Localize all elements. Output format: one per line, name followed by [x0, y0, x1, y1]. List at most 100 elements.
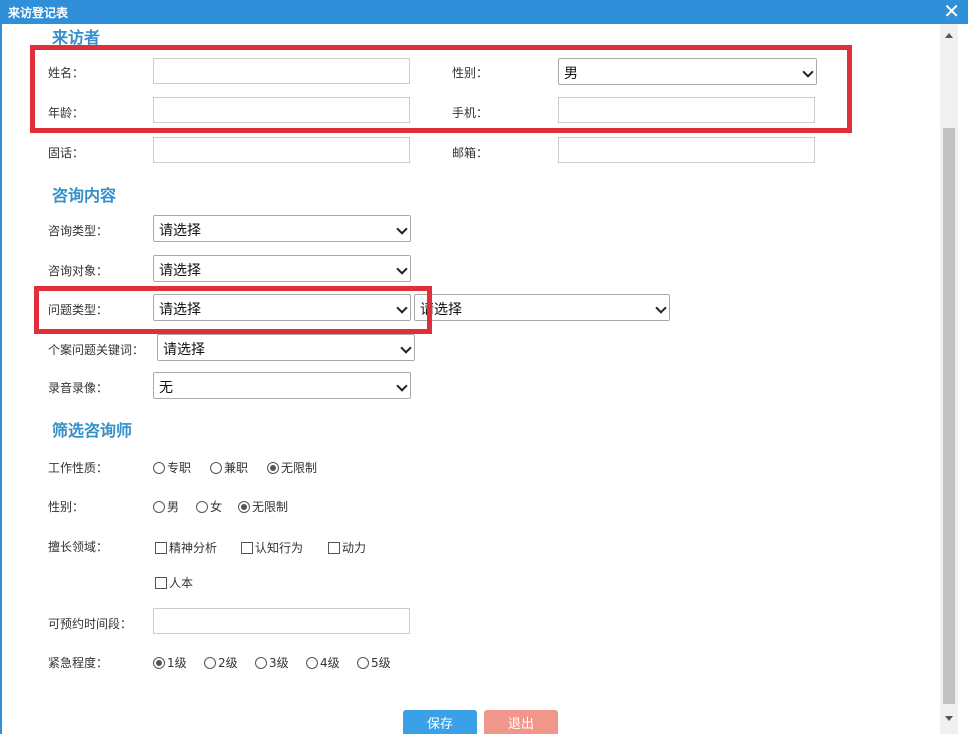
radio-label: 1级: [167, 656, 187, 670]
chevron-down-icon: [396, 380, 408, 392]
radio-icon: [255, 656, 267, 669]
urgency-radio-3[interactable]: 3级: [255, 654, 289, 671]
checkbox-icon: [328, 541, 340, 554]
dialog-window: 来访登记表 ✕ 来访者 姓名： 性别： 男 年龄： 手机： 固话： 邮箱： 咨询…: [0, 0, 968, 734]
gender-radio-unlimited[interactable]: 无限制: [238, 498, 288, 515]
urgency-radio-2[interactable]: 2级: [204, 654, 238, 671]
radio-icon: [357, 656, 369, 669]
work-radio-fulltime[interactable]: 专职: [153, 459, 191, 476]
radio-label: 2级: [218, 656, 238, 670]
radio-checked-icon: [267, 461, 279, 474]
radio-label: 专职: [167, 461, 192, 475]
field-label: 擅长领域：: [48, 540, 109, 554]
vertical-scrollbar[interactable]: [940, 24, 958, 734]
record-select[interactable]: 无: [153, 372, 411, 399]
radio-checked-icon: [238, 500, 250, 513]
checkbox-label: 人本: [169, 576, 194, 590]
scroll-down-icon[interactable]: [945, 716, 953, 721]
field-checkbox-dynamic[interactable]: 动力: [328, 539, 366, 556]
dialog-title: 来访登记表: [8, 6, 69, 20]
consult-object-label: 咨询对象：: [48, 264, 109, 278]
urgency-radio-5[interactable]: 5级: [357, 654, 391, 671]
keyword-select[interactable]: 请选择: [157, 334, 415, 361]
chevron-down-icon: [396, 223, 408, 235]
urgency-radio-1[interactable]: 1级: [153, 654, 187, 671]
chevron-down-icon: [802, 66, 814, 78]
radio-label: 无限制: [252, 500, 289, 514]
consult-type-label: 咨询类型：: [48, 224, 109, 238]
age-input[interactable]: [153, 97, 410, 123]
urgency-label: 紧急程度：: [48, 656, 109, 670]
name-input[interactable]: [153, 58, 410, 84]
record-value: 无: [159, 380, 173, 396]
email-input[interactable]: [558, 137, 815, 163]
checkbox-label: 精神分析: [169, 541, 218, 555]
radio-icon: [153, 461, 165, 474]
issue-type-label: 问题类型：: [48, 303, 109, 317]
record-label: 录音录像：: [48, 381, 109, 395]
radio-icon: [196, 500, 208, 513]
radio-label: 3级: [269, 656, 289, 670]
save-button[interactable]: 保存: [403, 710, 477, 734]
checkbox-label: 动力: [342, 541, 367, 555]
gender-radio-female[interactable]: 女: [196, 498, 222, 515]
issue-subtype-value: 请选择: [420, 302, 462, 318]
email-label: 邮箱：: [452, 146, 489, 160]
issue-type-select[interactable]: 请选择: [153, 294, 411, 321]
chevron-down-icon: [400, 342, 412, 354]
time-input[interactable]: [153, 608, 410, 634]
time-label: 可预约时间段：: [48, 617, 133, 631]
keyword-value: 请选择: [163, 342, 205, 358]
chevron-down-icon: [396, 302, 408, 314]
form-content: 来访者 姓名： 性别： 男 年龄： 手机： 固话： 邮箱： 咨询内容 咨询类型：…: [4, 24, 940, 734]
gender-label: 性别：: [452, 66, 489, 80]
gender-radio-male[interactable]: 男: [153, 498, 179, 515]
phone-input[interactable]: [153, 137, 410, 163]
radio-label: 无限制: [281, 461, 318, 475]
work-radio-parttime[interactable]: 兼职: [210, 459, 248, 476]
radio-label: 女: [210, 500, 223, 514]
field-checkbox-humanistic[interactable]: 人本: [155, 574, 193, 591]
work-type-label: 工作性质：: [48, 461, 109, 475]
scroll-thumb[interactable]: [943, 128, 955, 704]
radio-label: 男: [167, 500, 180, 514]
field-checkbox-psychoanalysis[interactable]: 精神分析: [155, 539, 217, 556]
radio-icon: [210, 461, 222, 474]
consult-object-select[interactable]: 请选择: [153, 255, 411, 282]
age-label: 年龄：: [48, 106, 85, 120]
chevron-down-icon: [655, 302, 667, 314]
checkbox-icon: [155, 541, 167, 554]
checkbox-label: 认知行为: [255, 541, 304, 555]
phone-label: 固话：: [48, 146, 85, 160]
chevron-down-icon: [396, 263, 408, 275]
close-icon[interactable]: ✕: [943, 0, 960, 23]
radio-checked-icon: [153, 656, 165, 669]
title-bar: 来访登记表 ✕: [2, 0, 968, 24]
consult-object-value: 请选择: [159, 263, 201, 279]
exit-button[interactable]: 退出: [484, 710, 558, 734]
section-consult: 咨询内容: [52, 186, 117, 205]
urgency-radio-4[interactable]: 4级: [306, 654, 340, 671]
mobile-input[interactable]: [558, 97, 815, 123]
radio-icon: [306, 656, 318, 669]
gender-select[interactable]: 男: [558, 58, 817, 85]
work-radio-unlimited[interactable]: 无限制: [267, 459, 317, 476]
section-visitor: 来访者: [52, 28, 101, 47]
consult-type-value: 请选择: [159, 223, 201, 239]
issue-type-value: 请选择: [159, 302, 201, 318]
name-label: 姓名：: [48, 66, 85, 80]
keyword-label: 个案问题关键词：: [48, 343, 145, 357]
issue-subtype-select[interactable]: 请选择: [414, 294, 670, 321]
mobile-label: 手机：: [452, 106, 489, 120]
field-checkbox-cbt[interactable]: 认知行为: [241, 539, 303, 556]
scroll-up-icon[interactable]: [945, 33, 953, 38]
counselor-gender-label: 性别：: [48, 500, 85, 514]
radio-label: 5级: [371, 656, 391, 670]
consult-type-select[interactable]: 请选择: [153, 215, 411, 242]
section-filter: 筛选咨询师: [52, 421, 133, 440]
checkbox-icon: [155, 576, 167, 589]
checkbox-icon: [241, 541, 253, 554]
gender-select-value: 男: [564, 66, 578, 82]
radio-icon: [153, 500, 165, 513]
radio-label: 兼职: [224, 461, 249, 475]
